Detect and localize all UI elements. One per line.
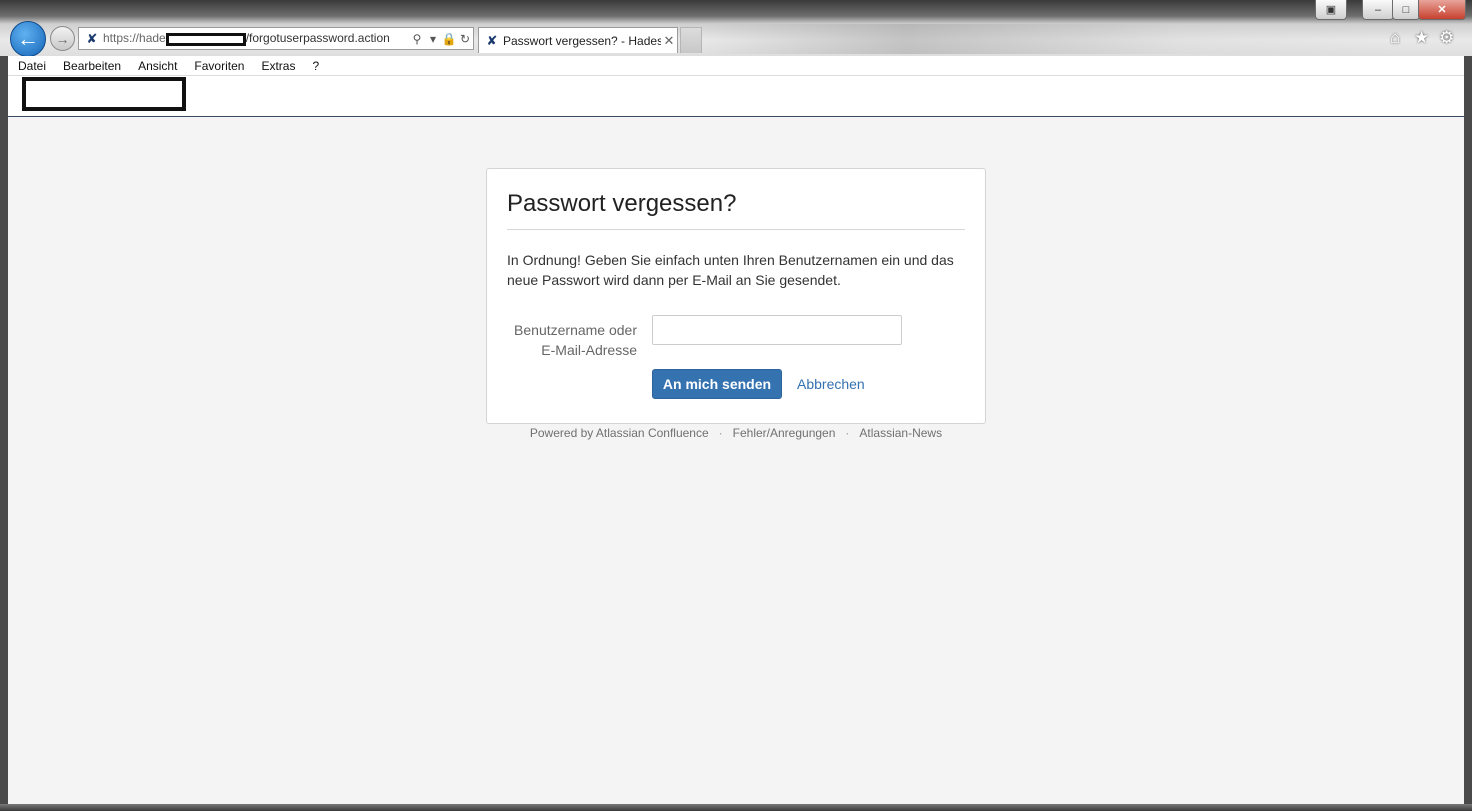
forward-button[interactable]: → — [50, 26, 75, 51]
page-footer: Powered by Atlassian Confluence · Fehler/A… — [486, 426, 986, 440]
address-url[interactable]: https://hade/forgotuserpassword.action — [103, 31, 409, 46]
maximize-button[interactable]: □ — [1392, 0, 1420, 20]
settings-gear-icon[interactable]: ⚙ — [1439, 28, 1454, 48]
page-title: Passwort vergessen? — [507, 190, 737, 217]
page-viewport: Passwort vergessen? In Ordnung! Geben Si… — [8, 76, 1464, 804]
lock-icon[interactable]: 🔒 — [441, 32, 457, 46]
snap-button[interactable]: ▣ — [1315, 0, 1347, 20]
menu-bar: Datei Bearbeiten Ansicht Favoriten Extra… — [8, 56, 1464, 76]
arrow-right-icon: → — [55, 30, 70, 47]
menu-item-datei[interactable]: Datei — [8, 59, 53, 73]
powered-by-link[interactable]: Powered by Atlassian Confluence — [530, 426, 709, 440]
menu-item-bearbeiten[interactable]: Bearbeiten — [53, 59, 128, 73]
instructions-text: In Ordnung! Geben Sie einfach unten Ihre… — [507, 252, 954, 288]
send-button[interactable]: An mich senden — [652, 369, 782, 399]
new-tab-button[interactable] — [680, 27, 702, 53]
footer-separator: · — [718, 426, 723, 440]
browser-chrome: ▣ – □ ✕ ← → ✘ https://hade/forgotuserpas… — [0, 0, 1472, 57]
arrow-left-icon: ← — [17, 26, 39, 51]
menu-item-extras[interactable]: Extras — [251, 59, 302, 73]
username-label-line2: E-Mail-Adresse — [541, 342, 637, 358]
back-button[interactable]: ← — [10, 21, 46, 57]
favorites-star-icon[interactable]: ★ — [1414, 28, 1429, 48]
url-start: https://hade — [103, 31, 166, 46]
username-label: Benutzername oder E-Mail-Adresse — [507, 320, 637, 360]
minimize-button[interactable]: – — [1362, 0, 1394, 20]
menu-item-ansicht[interactable]: Ansicht — [128, 59, 184, 73]
menu-item-favoriten[interactable]: Favoriten — [184, 59, 251, 73]
tab-active[interactable]: ✘ Passwort vergessen? - Hades ✕ — [478, 27, 678, 53]
feedback-link[interactable]: Fehler/Anregungen — [733, 426, 836, 440]
site-logo-redacted[interactable] — [22, 77, 186, 111]
home-icon[interactable]: ⌂ — [1390, 28, 1400, 48]
window-frame-bottom — [0, 804, 1472, 811]
tab-title: Passwort vergessen? - Hades — [503, 33, 661, 48]
footer-separator: · — [845, 426, 850, 440]
menu-item-help[interactable]: ? — [302, 59, 326, 73]
close-tab-icon[interactable]: ✕ — [661, 33, 677, 49]
cancel-link[interactable]: Abbrechen — [797, 376, 865, 392]
redacted-host — [165, 32, 246, 46]
search-icon[interactable]: ⚲ — [409, 32, 425, 46]
forgot-password-card: Passwort vergessen? In Ordnung! Geben Si… — [486, 168, 986, 424]
confluence-favicon-icon: ✘ — [486, 32, 498, 48]
refresh-icon[interactable]: ↻ — [457, 32, 473, 46]
site-header — [8, 76, 1464, 117]
address-bar[interactable]: ✘ https://hade/forgotuserpassword.action… — [78, 27, 474, 50]
dropdown-arrow-icon[interactable]: ▾ — [425, 32, 441, 46]
confluence-favicon-icon: ✘ — [86, 30, 98, 46]
close-window-button[interactable]: ✕ — [1418, 0, 1466, 20]
username-label-line1: Benutzername oder — [514, 322, 637, 338]
username-input[interactable] — [652, 315, 902, 345]
news-link[interactable]: Atlassian-News — [859, 426, 942, 440]
url-end: /forgotuserpassword.action — [245, 31, 390, 46]
chrome-background-blur — [700, 24, 1390, 54]
title-divider — [507, 229, 965, 230]
